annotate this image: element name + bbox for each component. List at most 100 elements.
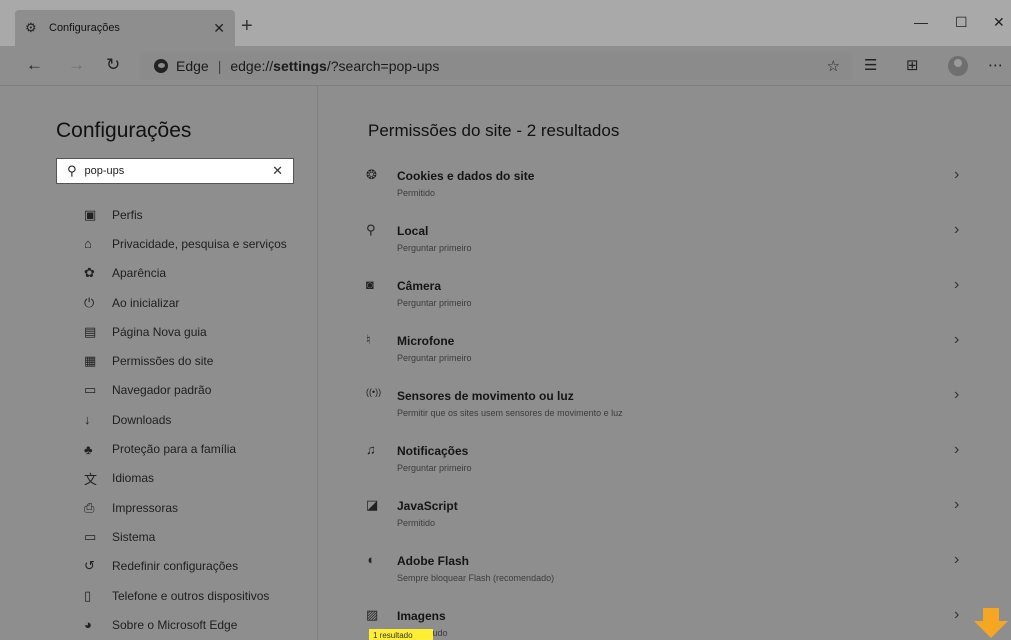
sidebar-item-privacy[interactable]: ⌂ Privacidade, pesquisa e serviços xyxy=(84,229,287,258)
sidebar-item-label: Ao inicializar xyxy=(112,295,180,310)
permission-name: Adobe Flash xyxy=(397,554,470,568)
printer-icon: ⎙ xyxy=(84,499,95,515)
favorite-star-icon[interactable]: ☆ xyxy=(827,57,840,75)
chevron-right-icon: › xyxy=(954,276,960,293)
search-icon: ⚲ xyxy=(67,163,77,178)
sidebar-item-site-permissions[interactable]: ▦ Permissões do site xyxy=(84,346,287,375)
sidebar-item-label: Redefinir configurações xyxy=(112,559,239,574)
image-icon: ▨ xyxy=(366,607,379,622)
sidebar-item-family[interactable]: ♣ Proteção para a família xyxy=(84,434,287,463)
sidebar-item-default-browser[interactable]: ▭ Navegador padrão xyxy=(84,376,287,405)
sidebar-item-printers[interactable]: ⎙ Impressoras xyxy=(84,493,287,522)
navigation-toolbar: ← → ↻ Edge | edge://settings/?search=pop… xyxy=(0,46,1011,86)
forward-button[interactable]: → xyxy=(68,56,85,74)
permission-name: Microfone xyxy=(397,334,455,348)
search-input[interactable] xyxy=(84,165,273,177)
avatar[interactable] xyxy=(948,56,968,76)
url-prefix: edge:// xyxy=(230,58,274,74)
sidebar-item-profiles[interactable]: ▣ Perfis xyxy=(84,200,287,229)
permission-images[interactable]: ▨ Imagens Mostrar tudo › xyxy=(366,598,966,640)
chevron-right-icon: › xyxy=(954,606,960,623)
permission-sensors[interactable]: ((•)) Sensores de movimento ou luz Permi… xyxy=(366,378,966,433)
sidebar-item-phone[interactable]: ▯ Telefone e outros dispositivos xyxy=(84,581,287,610)
permission-notifications[interactable]: ♫ Notificações Perguntar primeiro › xyxy=(366,433,966,488)
sidebar-item-label: Aparência xyxy=(112,266,167,281)
permission-adobe-flash[interactable]: ◖ Adobe Flash Sempre bloquear Flash (rec… xyxy=(366,543,966,598)
favorites-icon[interactable]: ☰ xyxy=(864,56,877,74)
address-bar[interactable]: Edge | edge://settings/?search=pop-ups ☆ xyxy=(140,52,852,80)
gear-icon: ⚙ xyxy=(25,20,37,35)
new-tab-button[interactable]: + xyxy=(241,16,253,36)
settings-search: ⚲ ✕ xyxy=(56,158,294,184)
back-button[interactable]: ← xyxy=(26,56,43,74)
edge-logo-icon: ◕ xyxy=(84,617,92,633)
permission-location[interactable]: ⚲ Local Perguntar primeiro › xyxy=(366,213,966,268)
url-host: settings xyxy=(273,58,327,74)
permission-name: Sensores de movimento ou luz xyxy=(397,389,574,403)
palette-icon: ✿ xyxy=(84,265,95,281)
sidebar-item-label: Navegador padrão xyxy=(112,383,212,398)
permission-status: Permitido xyxy=(397,518,436,528)
sidebar-item-label: Página Nova guia xyxy=(112,324,207,339)
permission-microphone[interactable]: ♮ Microfone Perguntar primeiro › xyxy=(366,323,966,378)
puzzle-icon: ◖ xyxy=(366,552,374,567)
permission-status: Sempre bloquear Flash (recomendado) xyxy=(397,573,555,583)
refresh-button[interactable]: ↻ xyxy=(106,56,120,74)
permission-status: Permitir que os sites usem sensores de m… xyxy=(397,408,623,418)
permission-name: Câmera xyxy=(397,279,442,293)
site-permissions-icon: ▦ xyxy=(84,353,97,369)
tab-title: Configurações xyxy=(49,22,120,34)
sidebar-item-reset[interactable]: ↺ Redefinir configurações xyxy=(84,552,287,581)
download-icon: ↓ xyxy=(84,412,91,428)
tab-settings[interactable]: ⚙ Configurações ✕ xyxy=(15,10,235,46)
settings-title: Configurações xyxy=(56,119,192,142)
permission-status: Perguntar primeiro xyxy=(397,353,472,363)
more-menu-icon[interactable]: ⋯ xyxy=(988,56,1003,74)
bell-icon: ♫ xyxy=(366,442,376,457)
reset-icon: ↺ xyxy=(84,558,95,574)
close-window-button[interactable]: ✕ xyxy=(993,14,1005,31)
permission-javascript[interactable]: ◪ JavaScript Permitido › xyxy=(366,488,966,543)
permission-status: Perguntar primeiro xyxy=(397,298,472,308)
cookie-icon: ❂ xyxy=(366,167,377,182)
permission-status: Perguntar primeiro xyxy=(397,463,472,473)
power-icon: ⏻ xyxy=(84,294,95,310)
system-icon: ▭ xyxy=(84,528,97,544)
clear-search-button[interactable]: ✕ xyxy=(272,163,283,179)
microphone-icon: ♮ xyxy=(366,332,371,347)
sidebar-item-downloads[interactable]: ↓ Downloads xyxy=(84,405,287,434)
sidebar-item-label: Privacidade, pesquisa e serviços xyxy=(112,236,287,251)
sidebar-item-new-tab-page[interactable]: ▤ Página Nova guia xyxy=(84,317,287,346)
edge-logo-icon xyxy=(154,59,168,73)
lock-icon: ⌂ xyxy=(84,236,92,252)
sidebar-item-appearance[interactable]: ✿ Aparência xyxy=(84,259,287,288)
minimize-button[interactable]: — xyxy=(914,14,928,30)
sidebar-item-label: Perfis xyxy=(112,207,143,222)
page-title: Permissões do site - 2 resultados xyxy=(368,121,620,140)
sidebar-item-system[interactable]: ▭ Sistema xyxy=(84,522,287,551)
sidebar-item-startup[interactable]: ⏻ Ao inicializar xyxy=(84,288,287,317)
sidebar-item-about[interactable]: ◕ Sobre o Microsoft Edge xyxy=(84,610,287,639)
sidebar-item-languages[interactable]: 文 Idiomas xyxy=(84,464,287,493)
location-icon: ⚲ xyxy=(366,222,376,237)
profile-icon: ▣ xyxy=(84,206,97,222)
close-tab-button[interactable]: ✕ xyxy=(213,20,225,37)
permission-status: Perguntar primeiro xyxy=(397,243,472,253)
permission-name: Imagens xyxy=(397,609,446,623)
title-bar: ⚙ Configurações ✕ + — ☐ ✕ xyxy=(0,0,1011,46)
new-tab-page-icon: ▤ xyxy=(84,323,97,339)
chevron-right-icon: › xyxy=(954,496,960,513)
permissions-list: ❂ Cookies e dados do site Permitido › ⚲ … xyxy=(366,158,966,640)
scroll-down-arrow-icon[interactable] xyxy=(974,608,1008,638)
camera-icon: ◙ xyxy=(366,277,374,292)
permission-name: Cookies e dados do site xyxy=(397,169,535,183)
maximize-button[interactable]: ☐ xyxy=(955,14,968,31)
sidebar-item-label: Idiomas xyxy=(112,471,155,486)
collections-icon[interactable]: ⊞ xyxy=(906,56,919,74)
browser-icon: ▭ xyxy=(84,382,97,398)
permission-cookies[interactable]: ❂ Cookies e dados do site Permitido › xyxy=(366,158,966,213)
settings-nav: ▣ Perfis ⌂ Privacidade, pesquisa e serviço… xyxy=(84,200,287,639)
address-separator: | xyxy=(217,58,222,74)
permission-camera[interactable]: ◙ Câmera Perguntar primeiro › xyxy=(366,268,966,323)
permission-name: Notificações xyxy=(397,444,469,458)
